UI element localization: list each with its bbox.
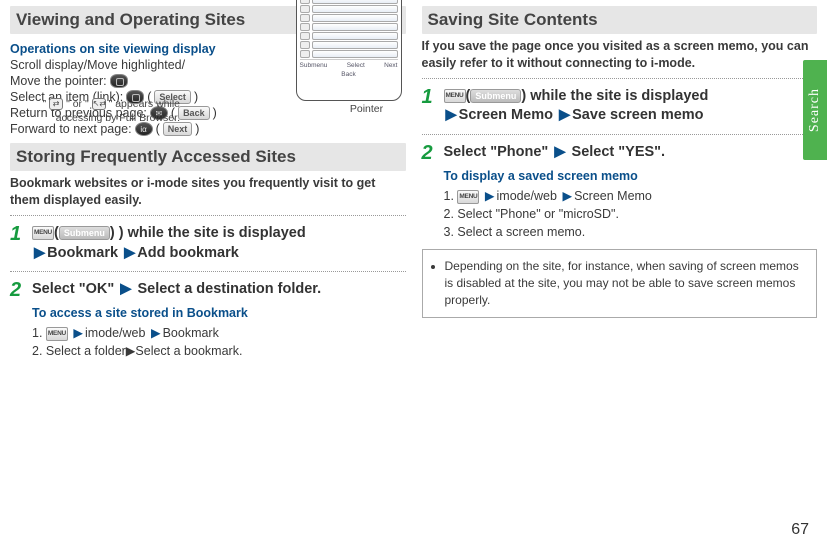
small-step-text: Bookmark	[163, 326, 219, 340]
fullbrowser-glyph-icon: ⇄	[49, 98, 63, 110]
paren: )	[194, 90, 198, 104]
divider	[422, 134, 818, 135]
step-text: Select a destination folder.	[137, 281, 321, 297]
note-box: Depending on the site, for instance, whe…	[422, 249, 818, 317]
triangle-icon: ▶	[485, 189, 495, 203]
pointer-caption: Pointer	[328, 103, 406, 115]
small-step-text: Screen Memo	[574, 189, 652, 203]
step-number: 1	[10, 224, 26, 263]
right-column: Saving Site Contents If you save the pag…	[422, 4, 818, 500]
softkey-label: Next	[384, 62, 397, 69]
saving-step-2: 2 Select "Phone" ▶ Select "YES".	[422, 143, 818, 163]
paren: )	[195, 122, 199, 136]
divider	[10, 271, 406, 272]
menu-key-icon: MENU	[457, 190, 479, 204]
step-text: ) while the site is displayed	[521, 88, 708, 104]
back-softkey-icon: Back	[178, 106, 210, 120]
step-number: 2	[10, 280, 26, 300]
step-number: 2	[422, 143, 438, 163]
op-text: Scroll display/Move highlighted/	[10, 58, 185, 72]
triangle-icon: ▶	[73, 326, 83, 340]
storing-step-1: 1 MENU(Submenu) ) while the site is disp…	[10, 224, 406, 263]
saving-sub-heading: To display a saved screen memo	[444, 169, 818, 183]
center-key-icon	[126, 90, 144, 104]
paren: )	[213, 106, 217, 120]
phone-list	[300, 0, 398, 58]
section-title-storing: Storing Frequently Accessed Sites	[10, 143, 406, 171]
triangle-icon: ▶	[120, 281, 131, 297]
op-line-pointer: Move the pointer:	[10, 74, 296, 88]
menu-key-icon: MENU	[46, 327, 68, 341]
storing-intro: Bookmark websites or i-mode sites you fr…	[10, 175, 406, 209]
operations-heading: Operations on site viewing display	[10, 42, 296, 56]
fullbrowser-arrow-glyph-icon: ↖⇄	[92, 98, 106, 110]
step-number: 1	[422, 87, 438, 126]
softkey-label: Back	[341, 71, 355, 78]
phone-softkeys: Submenu Select Next	[300, 59, 398, 69]
triangle-icon: ▶	[562, 189, 572, 203]
step-text: Select "YES".	[572, 144, 666, 160]
section-title-saving: Saving Site Contents	[422, 6, 818, 34]
small-step-text: 3. Select a screen memo.	[444, 225, 586, 239]
step-text: Add bookmark	[137, 245, 239, 261]
softkey-label: Select	[347, 62, 365, 69]
storing-sub-heading: To access a site stored in Bookmark	[32, 306, 406, 320]
small-step-text: 2. Select "Phone" or "microSD".	[444, 207, 619, 221]
submenu-softkey-icon: Submenu	[59, 226, 110, 240]
triangle-icon: ▶	[124, 245, 135, 261]
small-step-text: 2. Select a folder▶Select a bookmark.	[32, 344, 242, 358]
divider	[10, 215, 406, 216]
saving-intro: If you save the page once you visited as…	[422, 38, 818, 72]
phone-screenshot: Weather Forecast ××××××××××× △△△△△ ↖	[296, 0, 406, 115]
note-text: Depending on the site, for instance, whe…	[445, 258, 809, 308]
side-tab-search: Search	[803, 60, 827, 160]
divider	[422, 78, 818, 79]
page-content: Viewing and Operating Sites Operations o…	[0, 0, 827, 510]
left-column: Viewing and Operating Sites Operations o…	[10, 4, 406, 500]
small-step-text: imode/web	[85, 326, 145, 340]
step-text: Screen Memo	[459, 107, 553, 123]
step-text: Select "Phone"	[444, 144, 549, 160]
triangle-icon: ▶	[34, 245, 45, 261]
submenu-softkey-icon: Submenu	[470, 89, 521, 103]
side-tab-label: Search	[807, 88, 823, 132]
page-number: 67	[791, 521, 809, 539]
triangle-icon: ▶	[559, 107, 570, 123]
menu-key-icon: MENU	[32, 226, 54, 240]
phone-softkeys-row2: Back	[300, 69, 398, 78]
triangle-icon: ▶	[554, 144, 565, 160]
triangle-icon: ▶	[151, 326, 161, 340]
triangle-icon: ▶	[446, 107, 457, 123]
menu-key-icon: MENU	[444, 89, 466, 103]
saving-small-steps: 1. MENU ▶imode/web ▶Screen Memo 2. Selec…	[444, 187, 818, 241]
step-text: Save screen memo	[572, 107, 703, 123]
step-text: ) while the site is displayed	[119, 225, 306, 241]
nav-pad-icon	[110, 74, 128, 88]
storing-step-2: 2 Select "OK" ▶ Select a destination fol…	[10, 280, 406, 300]
op-text: Move the pointer:	[10, 74, 107, 88]
step-text: Select "OK"	[32, 281, 114, 297]
saving-step-1: 1 MENU(Submenu) while the site is displa…	[422, 87, 818, 126]
small-step-text: imode/web	[497, 189, 557, 203]
op-line-scroll: Scroll display/Move highlighted/	[10, 58, 296, 72]
full-browser-caption: " ⇄ " or " ↖⇄ " appears while accessing …	[10, 98, 180, 125]
softkey-label: Submenu	[300, 62, 328, 69]
step-text: Bookmark	[47, 245, 118, 261]
storing-small-steps: 1. MENU ▶imode/web ▶Bookmark 2. Select a…	[32, 324, 406, 360]
